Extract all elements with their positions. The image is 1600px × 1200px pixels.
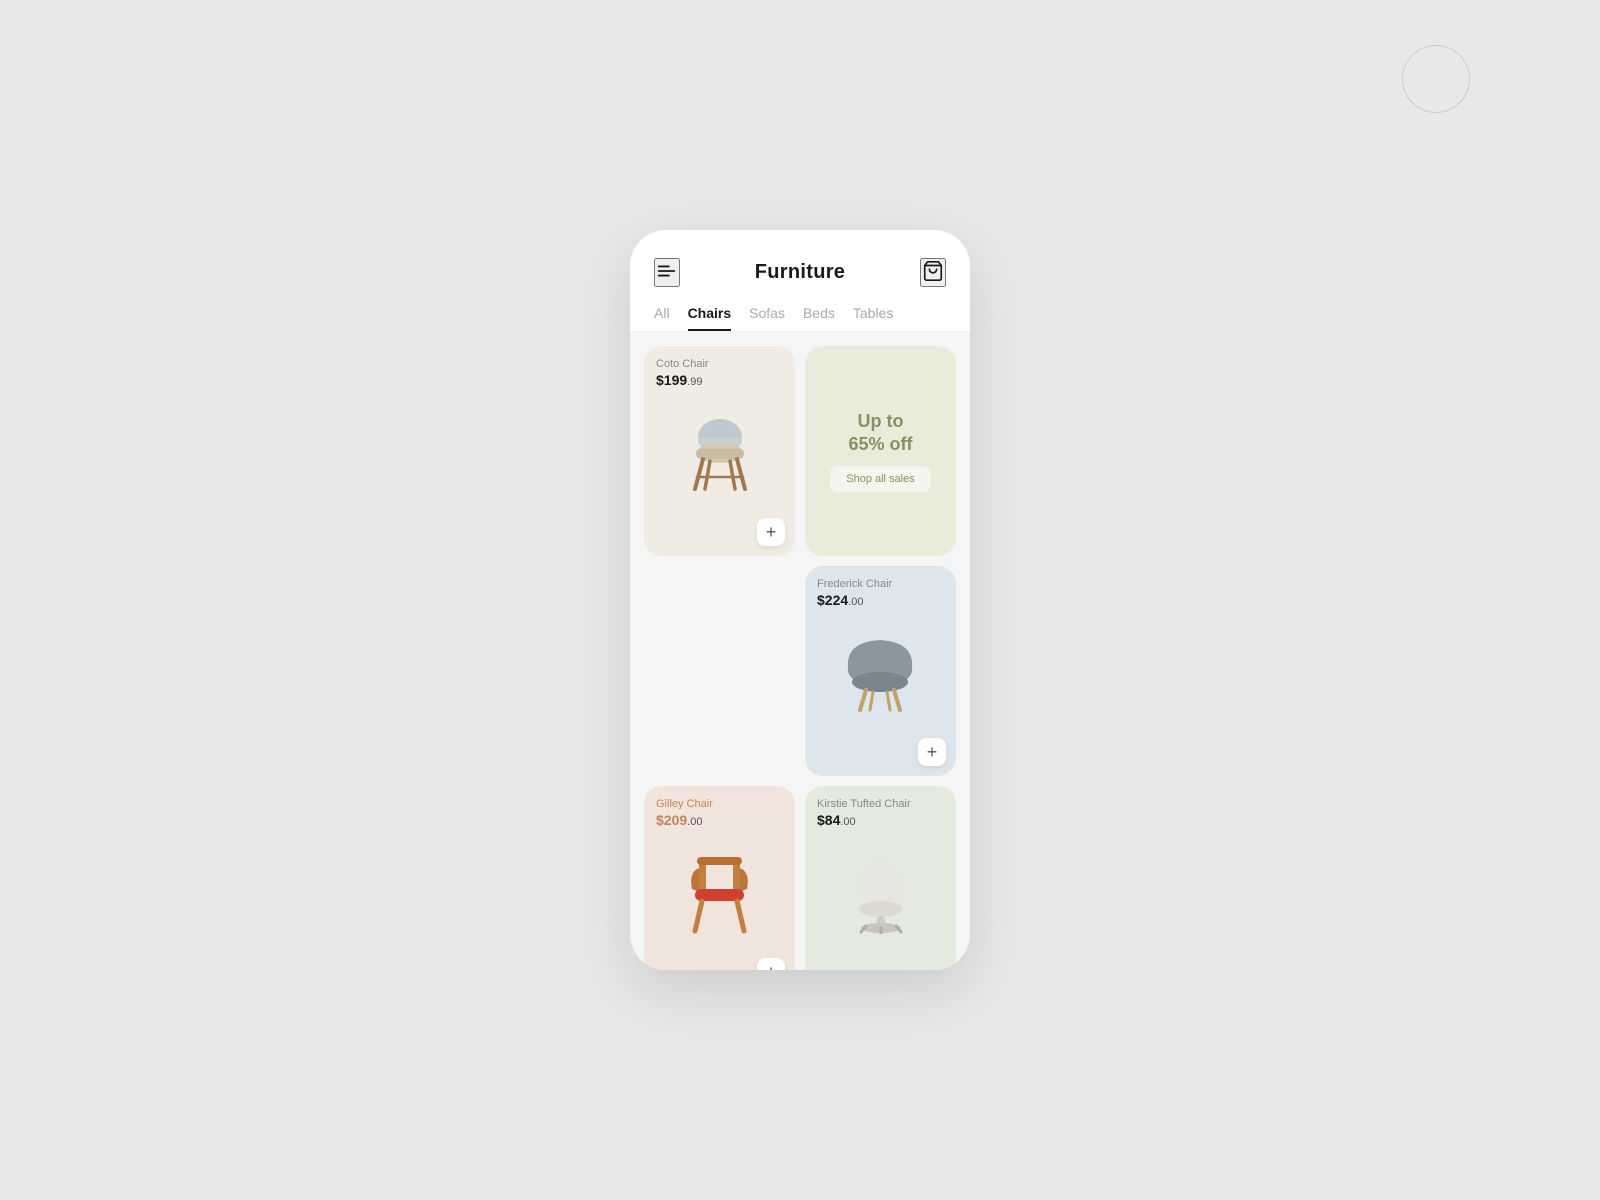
product-price-frederick: $224.00 — [817, 592, 944, 608]
cart-button[interactable] — [920, 258, 946, 287]
tab-all[interactable]: All — [654, 305, 670, 331]
menu-button[interactable] — [654, 258, 680, 287]
product-image-coto — [656, 394, 783, 504]
products-grid: Coto Chair $199.99 — [644, 346, 956, 970]
page-background: Furniture All Chairs Sofas Beds Tables — [0, 0, 1600, 1200]
products-area: Coto Chair $199.99 — [630, 332, 970, 970]
category-tabs: All Chairs Sofas Beds Tables — [630, 287, 970, 332]
product-card-frederick[interactable]: Frederick Chair $224.00 — [805, 566, 956, 776]
product-name-coto: Coto Chair — [656, 358, 783, 370]
tab-beds[interactable]: Beds — [803, 305, 835, 331]
product-name-kirstie: Kirstie Tufted Chair — [817, 798, 944, 810]
add-button-gilley[interactable]: + — [757, 958, 785, 970]
product-image-gilley — [656, 834, 783, 944]
promo-card: Up to65% off Shop all sales — [805, 346, 956, 556]
product-card-coto[interactable]: Coto Chair $199.99 — [644, 346, 795, 556]
product-price-gilley: $209.00 — [656, 812, 783, 828]
product-name-gilley: Gilley Chair — [656, 798, 783, 810]
phone-frame: Furniture All Chairs Sofas Beds Tables — [630, 230, 970, 970]
product-name-frederick: Frederick Chair — [817, 578, 944, 590]
tab-tables[interactable]: Tables — [853, 305, 893, 331]
add-button-coto[interactable]: + — [757, 518, 785, 546]
promo-title: Up to65% off — [848, 410, 912, 457]
tab-chairs[interactable]: Chairs — [688, 305, 732, 331]
product-image-kirstie — [817, 834, 944, 944]
tab-sofas[interactable]: Sofas — [749, 305, 785, 331]
decorative-circle — [1402, 45, 1470, 113]
shop-all-sales-button[interactable]: Shop all sales — [830, 466, 931, 492]
product-card-gilley[interactable]: Gilley Chair $209.00 — [644, 786, 795, 970]
product-card-kirstie[interactable]: Kirstie Tufted Chair $84.00 — [805, 786, 956, 970]
add-button-frederick[interactable]: + — [918, 738, 946, 766]
product-price-coto: $199.99 — [656, 372, 783, 388]
page-title: Furniture — [755, 261, 845, 284]
product-image-frederick — [817, 614, 944, 724]
product-price-kirstie: $84.00 — [817, 812, 944, 828]
header: Furniture — [630, 230, 970, 287]
